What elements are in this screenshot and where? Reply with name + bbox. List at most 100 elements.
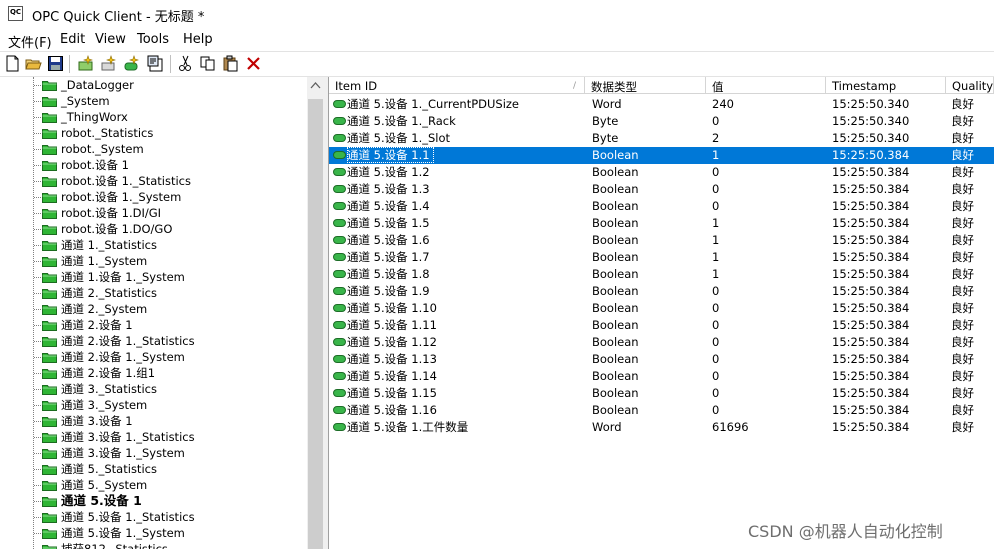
tree-item[interactable]: 捕获812._Statistics bbox=[0, 541, 300, 549]
item-list[interactable]: Item ID / 数据类型 值 Timestamp Quality 通道 5.… bbox=[329, 77, 994, 549]
tree-item[interactable]: 通道 5.设备 1._System bbox=[0, 525, 300, 541]
cell-data-type: Boolean bbox=[592, 267, 639, 281]
cell-quality: 良好 bbox=[951, 148, 974, 162]
tree-item[interactable]: robot.设备 1.DI/GI bbox=[0, 205, 300, 221]
table-row[interactable]: 通道 5.设备 1.10 Boolean 0 15:25:50.384 良好 bbox=[329, 300, 994, 317]
menu-view[interactable]: View bbox=[95, 32, 126, 47]
tag-icon bbox=[333, 202, 346, 210]
table-row[interactable]: 通道 5.设备 1.5 Boolean 1 15:25:50.384 良好 bbox=[329, 215, 994, 232]
cell-data-type: Boolean bbox=[592, 369, 639, 383]
table-row[interactable]: 通道 5.设备 1.11 Boolean 0 15:25:50.384 良好 bbox=[329, 317, 994, 334]
properties-icon[interactable] bbox=[147, 55, 164, 72]
cell-value: 0 bbox=[712, 386, 720, 400]
table-row[interactable]: 通道 5.设备 1.7 Boolean 1 15:25:50.384 良好 bbox=[329, 249, 994, 266]
tree-connector bbox=[34, 277, 41, 278]
tree-item[interactable]: 通道 3.设备 1._Statistics bbox=[0, 429, 300, 445]
cell-item-id: 通道 5.设备 1.15 bbox=[347, 386, 437, 400]
menu-file[interactable]: 文件(F) bbox=[8, 32, 52, 51]
table-row[interactable]: 通道 5.设备 1.14 Boolean 0 15:25:50.384 良好 bbox=[329, 368, 994, 385]
tree-item[interactable]: 通道 1._System bbox=[0, 253, 300, 269]
tree-item[interactable]: _System bbox=[0, 93, 300, 109]
tree-item[interactable]: 通道 2._Statistics bbox=[0, 285, 300, 301]
column-header-timestamp[interactable]: Timestamp bbox=[826, 77, 946, 94]
table-row[interactable]: 通道 5.设备 1._Slot Byte 2 15:25:50.340 良好 bbox=[329, 130, 994, 147]
tree-connector bbox=[34, 85, 41, 86]
new-icon[interactable] bbox=[4, 55, 21, 72]
tree-item[interactable]: 通道 2.设备 1 bbox=[0, 317, 300, 333]
menu-edit[interactable]: Edit bbox=[60, 32, 85, 47]
tree-item[interactable]: 通道 5._System bbox=[0, 477, 300, 493]
table-row[interactable]: 通道 5.设备 1.1 Boolean 1 15:25:50.384 良好 bbox=[329, 147, 994, 164]
cell-timestamp: 15:25:50.384 bbox=[832, 369, 910, 383]
cell-quality: 良好 bbox=[951, 420, 974, 434]
tree-item[interactable]: 通道 2._System bbox=[0, 301, 300, 317]
table-row[interactable]: 通道 5.设备 1.3 Boolean 0 15:25:50.384 良好 bbox=[329, 181, 994, 198]
menu-help[interactable]: Help bbox=[183, 32, 213, 47]
tree-item[interactable]: 通道 1._Statistics bbox=[0, 237, 300, 253]
cell-quality: 良好 bbox=[951, 301, 974, 315]
tree-item[interactable]: 通道 3.设备 1 bbox=[0, 413, 300, 429]
delete-icon[interactable] bbox=[245, 55, 262, 72]
open-icon[interactable] bbox=[25, 55, 42, 72]
tree-item[interactable]: _ThingWorx bbox=[0, 109, 300, 125]
table-row[interactable]: 通道 5.设备 1._CurrentPDUSize Word 240 15:25:50… bbox=[329, 96, 994, 113]
new-item-icon[interactable] bbox=[123, 55, 140, 72]
cell-data-type: Boolean bbox=[592, 216, 639, 230]
tag-icon bbox=[333, 389, 346, 397]
table-row[interactable]: 通道 5.设备 1.16 Boolean 0 15:25:50.384 良好 bbox=[329, 402, 994, 419]
tree-item[interactable]: 通道 2.设备 1.组1 bbox=[0, 365, 300, 381]
folder-icon bbox=[42, 369, 57, 379]
table-row[interactable]: 通道 5.设备 1.9 Boolean 0 15:25:50.384 良好 bbox=[329, 283, 994, 300]
column-header-quality[interactable]: Quality bbox=[946, 77, 994, 94]
new-group-icon[interactable] bbox=[100, 55, 117, 72]
tree-item[interactable]: 通道 3._Statistics bbox=[0, 381, 300, 397]
column-header-value[interactable]: 值 bbox=[706, 77, 826, 94]
table-row[interactable]: 通道 5.设备 1.15 Boolean 0 15:25:50.384 良好 bbox=[329, 385, 994, 402]
table-row[interactable]: 通道 5.设备 1.8 Boolean 1 15:25:50.384 良好 bbox=[329, 266, 994, 283]
tree-item[interactable]: 通道 5._Statistics bbox=[0, 461, 300, 477]
folder-icon bbox=[42, 81, 57, 91]
column-header-data-type[interactable]: 数据类型 bbox=[585, 77, 706, 94]
folder-icon bbox=[42, 129, 57, 139]
cell-timestamp: 15:25:50.384 bbox=[832, 148, 910, 162]
tree-item[interactable]: 通道 2.设备 1._System bbox=[0, 349, 300, 365]
tree-item-label: 通道 2._System bbox=[61, 302, 148, 316]
tree-item[interactable]: 通道 5.设备 1 bbox=[0, 493, 300, 509]
tree-item[interactable]: robot.设备 1 bbox=[0, 157, 300, 173]
tree-item[interactable]: robot.设备 1.DO/GO bbox=[0, 221, 300, 237]
tree-item[interactable]: robot.设备 1._System bbox=[0, 189, 300, 205]
tree-item[interactable]: 通道 3._System bbox=[0, 397, 300, 413]
table-row[interactable]: 通道 5.设备 1.4 Boolean 0 15:25:50.384 良好 bbox=[329, 198, 994, 215]
new-server-icon[interactable] bbox=[77, 55, 94, 72]
copy-icon[interactable] bbox=[199, 55, 216, 72]
tag-icon bbox=[333, 236, 346, 244]
tree-connector bbox=[34, 133, 41, 134]
cell-timestamp: 15:25:50.384 bbox=[832, 267, 910, 281]
table-row[interactable]: 通道 5.设备 1.12 Boolean 0 15:25:50.384 良好 bbox=[329, 334, 994, 351]
table-row[interactable]: 通道 5.设备 1.2 Boolean 0 15:25:50.384 良好 bbox=[329, 164, 994, 181]
tree-item[interactable]: 通道 2.设备 1._Statistics bbox=[0, 333, 300, 349]
table-row[interactable]: 通道 5.设备 1.13 Boolean 0 15:25:50.384 良好 bbox=[329, 351, 994, 368]
tree-item[interactable]: robot._Statistics bbox=[0, 125, 300, 141]
tree-item[interactable]: robot.设备 1._Statistics bbox=[0, 173, 300, 189]
tree-item[interactable]: 通道 3.设备 1._System bbox=[0, 445, 300, 461]
table-row[interactable]: 通道 5.设备 1.6 Boolean 1 15:25:50.384 良好 bbox=[329, 232, 994, 249]
table-row[interactable]: 通道 5.设备 1._Rack Byte 0 15:25:50.340 良好 bbox=[329, 113, 994, 130]
cut-icon[interactable] bbox=[177, 55, 194, 72]
tree-item[interactable]: robot._System bbox=[0, 141, 300, 157]
scroll-thumb[interactable] bbox=[308, 99, 323, 549]
tree-item[interactable]: _DataLogger bbox=[0, 77, 300, 93]
tag-icon bbox=[333, 355, 346, 363]
column-header-item-id[interactable]: Item ID / bbox=[329, 77, 585, 94]
table-row[interactable]: 通道 5.设备 1.工件数量 Word 61696 15:25:50.384 良好 bbox=[329, 419, 994, 436]
tree-item[interactable]: 通道 1.设备 1._System bbox=[0, 269, 300, 285]
group-tree[interactable]: _DataLogger _System _ThingWorx robot._Stati… bbox=[0, 77, 308, 549]
scroll-up-icon[interactable] bbox=[307, 77, 324, 94]
tag-icon bbox=[333, 406, 346, 414]
tree-scrollbar[interactable] bbox=[307, 77, 324, 549]
tag-icon bbox=[333, 134, 346, 142]
menu-tools[interactable]: Tools bbox=[137, 32, 169, 47]
save-icon[interactable] bbox=[47, 55, 64, 72]
tree-item[interactable]: 通道 5.设备 1._Statistics bbox=[0, 509, 300, 525]
paste-icon[interactable] bbox=[222, 55, 239, 72]
